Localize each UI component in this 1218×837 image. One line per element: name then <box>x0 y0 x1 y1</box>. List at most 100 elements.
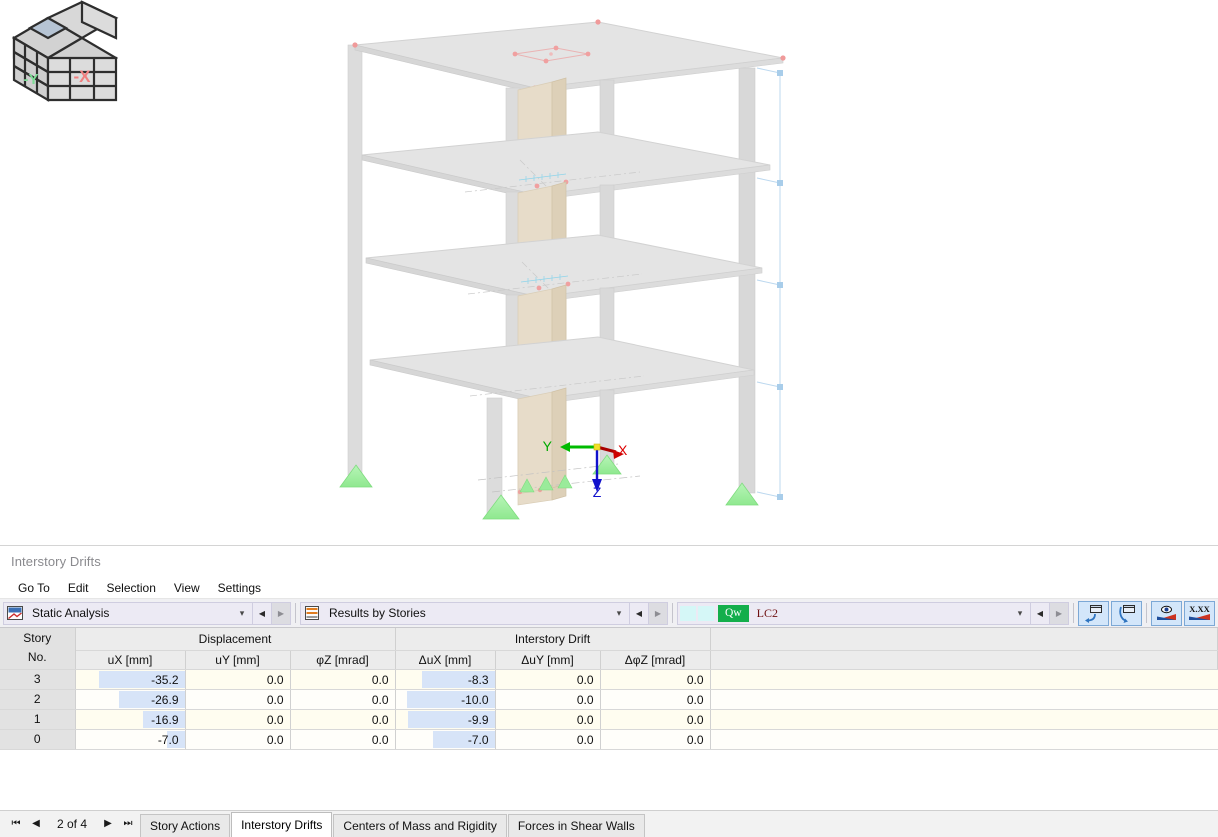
menu-edit[interactable]: Edit <box>59 579 98 597</box>
toolbar-separator-2 <box>672 603 673 623</box>
cell-value[interactable]: 0.0 <box>185 669 291 690</box>
decimal-places-button[interactable]: X.XX <box>1184 600 1215 626</box>
cell-value[interactable]: -35.2 <box>75 669 186 690</box>
results-table-container[interactable]: Story No. Displacement Interstory Drift … <box>0 628 1218 810</box>
cell-value[interactable]: 0.0 <box>290 729 396 750</box>
cell-text: -35.2 <box>151 672 179 687</box>
axis-label-y: Y <box>543 438 553 454</box>
cell-value[interactable]: 0.0 <box>290 669 396 690</box>
value-bar-container: -35.2 <box>76 670 185 689</box>
visibility-button[interactable] <box>1151 600 1182 626</box>
cell-value[interactable]: 0.0 <box>495 669 601 690</box>
value-bar-container: -8.3 <box>396 670 495 689</box>
cell-text: 0.0 <box>371 692 389 707</box>
cell-value[interactable]: -9.9 <box>395 709 496 730</box>
cell-text: 0.0 <box>371 672 389 687</box>
model-viewport[interactable]: Y X Z -Y -X <box>0 0 1218 545</box>
interstory-drifts-table: Story No. Displacement Interstory Drift … <box>0 628 1218 750</box>
cell-value[interactable]: 0.0 <box>185 689 291 710</box>
display-actions-group: X.XX <box>1151 600 1215 626</box>
last-record-button[interactable]: ⏭ <box>118 812 138 836</box>
cell-value[interactable]: 0.0 <box>600 669 711 690</box>
cell-value[interactable]: -8.3 <box>395 669 496 690</box>
value-bar-container: 0.0 <box>186 670 290 689</box>
cell-value[interactable]: 0.0 <box>495 689 601 710</box>
load-case-combo[interactable]: Qw LC2 ▾ <box>677 601 1031 625</box>
analysis-next-button[interactable]: ▶ <box>272 601 291 625</box>
color-swatch-2 <box>698 605 714 621</box>
menu-view[interactable]: View <box>165 579 209 597</box>
cell-value[interactable]: -10.0 <box>395 689 496 710</box>
cell-value[interactable]: 0.0 <box>495 729 601 750</box>
cell-filler <box>710 689 1218 710</box>
cell-text: 0.0 <box>576 712 594 727</box>
dimension-lines <box>756 67 783 500</box>
cell-text: 0.0 <box>371 732 389 747</box>
export-window-button[interactable] <box>1111 600 1142 626</box>
value-bar-container: -7.0 <box>76 730 185 749</box>
load-case-value: LC2 <box>756 605 778 620</box>
cell-story-no: 1 <box>0 709 76 730</box>
table-row[interactable]: 0 -7.0 0.0 0.0 -7.0 0.0 0.0 <box>0 729 1218 750</box>
cell-value[interactable]: 0.0 <box>600 729 711 750</box>
first-record-button[interactable]: ⏮ <box>6 812 26 836</box>
prev-record-button[interactable]: ◀ <box>26 812 46 836</box>
header-story-line2: No. <box>27 650 47 665</box>
value-bar-container: 0.0 <box>186 730 290 749</box>
navigation-cube[interactable]: -Y -X <box>0 0 136 120</box>
tab-interstory-drifts[interactable]: Interstory Drifts <box>231 812 333 837</box>
cell-value[interactable]: 0.0 <box>495 709 601 730</box>
structural-model-3d[interactable]: Y X Z <box>0 0 1218 545</box>
import-window-button[interactable] <box>1078 600 1109 626</box>
analysis-type-combo[interactable]: Static Analysis ▾ <box>3 601 253 625</box>
tab-centers-of-mass-rigidity[interactable]: Centers of Mass and Rigidity <box>333 814 507 837</box>
application-window: Y X Z -Y -X Interstory Drifts Go To Edit… <box>0 0 1218 837</box>
cell-value[interactable]: 0.0 <box>185 729 291 750</box>
analysis-prev-button[interactable]: ◀ <box>253 601 272 625</box>
results-by-combo[interactable]: Results by Stories ▾ <box>300 601 630 625</box>
cell-text: -10.0 <box>461 692 489 707</box>
window-actions-group <box>1078 600 1142 626</box>
header-col-filler <box>710 650 1218 670</box>
results-next-button[interactable]: ▶ <box>649 601 668 625</box>
menu-settings[interactable]: Settings <box>209 579 270 597</box>
loadcase-prev-button[interactable]: ◀ <box>1031 601 1050 625</box>
chevron-down-icon[interactable]: ▾ <box>232 603 252 624</box>
value-bar-container: 0.0 <box>496 710 600 729</box>
table-row[interactable]: 2 -26.9 0.0 0.0 -10.0 0.0 0.0 <box>0 689 1218 710</box>
tab-forces-in-shear-walls[interactable]: Forces in Shear Walls <box>507 814 645 837</box>
table-row[interactable]: 1 -16.9 0.0 0.0 -9.9 0.0 0.0 <box>0 709 1218 730</box>
stories-icon <box>301 603 323 624</box>
table-row[interactable]: 3 -35.2 0.0 0.0 -8.3 0.0 0.0 <box>0 669 1218 690</box>
cell-value[interactable]: -26.9 <box>75 689 186 710</box>
header-story-line1: Story <box>23 631 52 646</box>
cell-value[interactable]: -7.0 <box>75 729 186 750</box>
tab-story-actions[interactable]: Story Actions <box>140 814 231 837</box>
chevron-down-icon[interactable]: ▾ <box>609 603 629 624</box>
cell-filler <box>710 709 1218 730</box>
cell-text: -8.3 <box>467 672 489 687</box>
import-window-icon <box>1085 604 1102 623</box>
cell-value[interactable]: 0.0 <box>600 709 711 730</box>
cell-text: 0.0 <box>686 732 704 747</box>
chevron-down-icon[interactable]: ▾ <box>1010 603 1030 624</box>
loadcase-next-button[interactable]: ▶ <box>1050 601 1069 625</box>
value-bar-container: 0.0 <box>291 690 395 709</box>
menu-selection[interactable]: Selection <box>98 579 165 597</box>
cell-text: 0.0 <box>371 712 389 727</box>
cell-value[interactable]: -7.0 <box>395 729 496 750</box>
value-bar-container: 0.0 <box>291 730 395 749</box>
next-record-button[interactable]: ▶ <box>98 812 118 836</box>
header-col-phiz: φZ [mrad] <box>290 650 396 670</box>
menu-go-to[interactable]: Go To <box>9 579 59 597</box>
cell-value[interactable]: 0.0 <box>290 689 396 710</box>
results-prev-button[interactable]: ◀ <box>630 601 649 625</box>
cell-text: -9.9 <box>467 712 489 727</box>
cell-value[interactable]: 0.0 <box>290 709 396 730</box>
cell-value[interactable]: 0.0 <box>185 709 291 730</box>
value-bar-container: 0.0 <box>496 670 600 689</box>
value-bar-container: 0.0 <box>291 670 395 689</box>
cell-value[interactable]: 0.0 <box>600 689 711 710</box>
cell-text: 0.0 <box>266 732 284 747</box>
cell-value[interactable]: -16.9 <box>75 709 186 730</box>
